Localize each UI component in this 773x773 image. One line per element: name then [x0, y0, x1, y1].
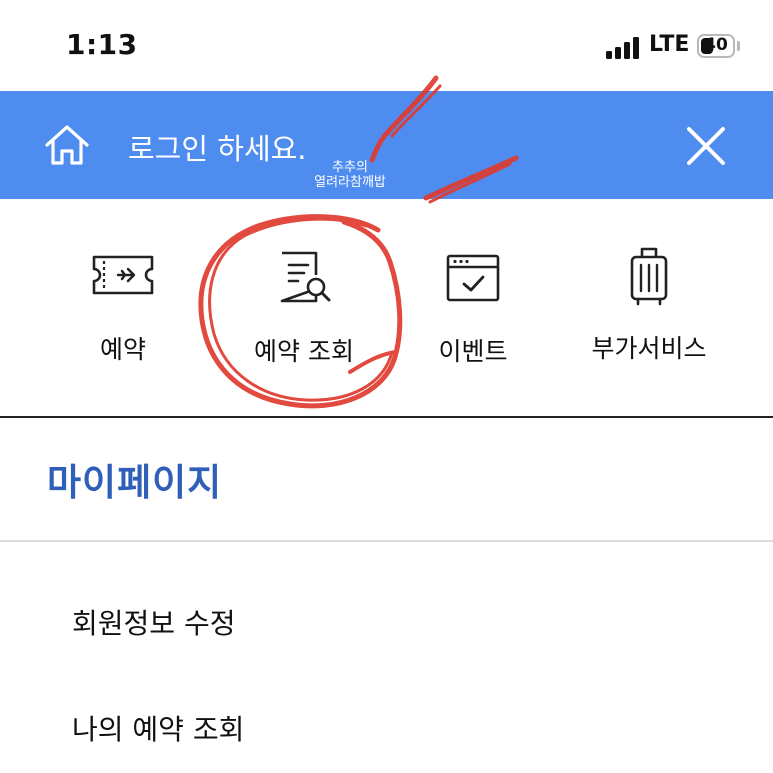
home-icon[interactable]: [44, 124, 90, 166]
battery-cap: [737, 41, 740, 51]
section-divider: [0, 540, 773, 542]
quick-menu-reservation[interactable]: 예약: [43, 247, 203, 366]
watermark-line-1: 추추의: [332, 160, 368, 175]
status-time: 1:13: [66, 28, 138, 61]
battery-icon: 40: [697, 34, 735, 58]
mypage-title: 마이페이지: [47, 461, 223, 504]
status-bar: 1:13 LTE 40: [0, 0, 773, 91]
section-divider: [0, 416, 773, 418]
calendar-check-icon: [446, 254, 500, 302]
quick-menu-label: 예약 조회: [254, 337, 354, 366]
document-search-icon: [280, 251, 331, 303]
quick-menu-reservation-lookup[interactable]: 예약 조회: [224, 249, 384, 368]
menu-item-my-reservations[interactable]: 나의 예약 조회: [72, 708, 244, 748]
watermark: 추추의 열려라참깨밥: [300, 160, 400, 190]
ticket-icon: [92, 255, 154, 295]
close-icon[interactable]: [684, 124, 728, 168]
quick-menu-label: 예약: [99, 335, 146, 364]
signal-icon: [606, 35, 642, 59]
menu-item-edit-profile[interactable]: 회원정보 수정: [72, 602, 235, 642]
network-type: LTE: [649, 32, 690, 57]
quick-menu-label: 이벤트: [438, 337, 508, 366]
quick-menu-events[interactable]: 이벤트: [393, 250, 553, 368]
luggage-icon: [630, 247, 668, 306]
login-prompt-link[interactable]: 로그인 하세요.: [128, 126, 307, 168]
battery-level: 40: [704, 35, 728, 55]
watermark-line-2: 열려라참깨밥: [314, 175, 386, 190]
quick-menu-extra-services[interactable]: 부가서비스: [569, 245, 729, 365]
quick-menu-label: 부가서비스: [591, 334, 707, 363]
